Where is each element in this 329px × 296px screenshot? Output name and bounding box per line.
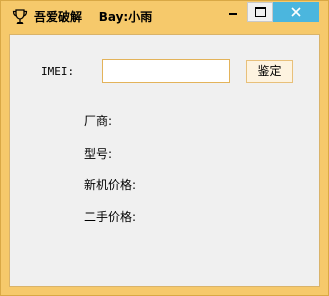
model-label: 型号:: [84, 147, 113, 161]
app-window: 吾爱破解 Bay:小雨 IMEI: 鉴定 厂商: 型号: 新机价格: 二手价格:: [0, 0, 329, 296]
maximize-button[interactable]: [247, 2, 273, 22]
client-area: IMEI: 鉴定 厂商: 型号: 新机价格: 二手价格:: [9, 34, 320, 287]
window-title: 吾爱破解 Bay:小雨: [34, 10, 153, 24]
imei-label: IMEI:: [41, 65, 75, 78]
check-button[interactable]: 鉴定: [246, 60, 293, 83]
minimize-button[interactable]: [221, 2, 245, 22]
title-bar[interactable]: 吾爱破解 Bay:小雨: [1, 1, 328, 33]
manufacturer-label: 厂商:: [84, 114, 113, 128]
used-price-label: 二手价格:: [84, 210, 137, 224]
trophy-icon: [11, 8, 29, 26]
imei-input[interactable]: [102, 59, 230, 83]
new-price-label: 新机价格:: [84, 178, 137, 192]
close-icon: [291, 7, 301, 17]
close-button[interactable]: [273, 2, 319, 22]
